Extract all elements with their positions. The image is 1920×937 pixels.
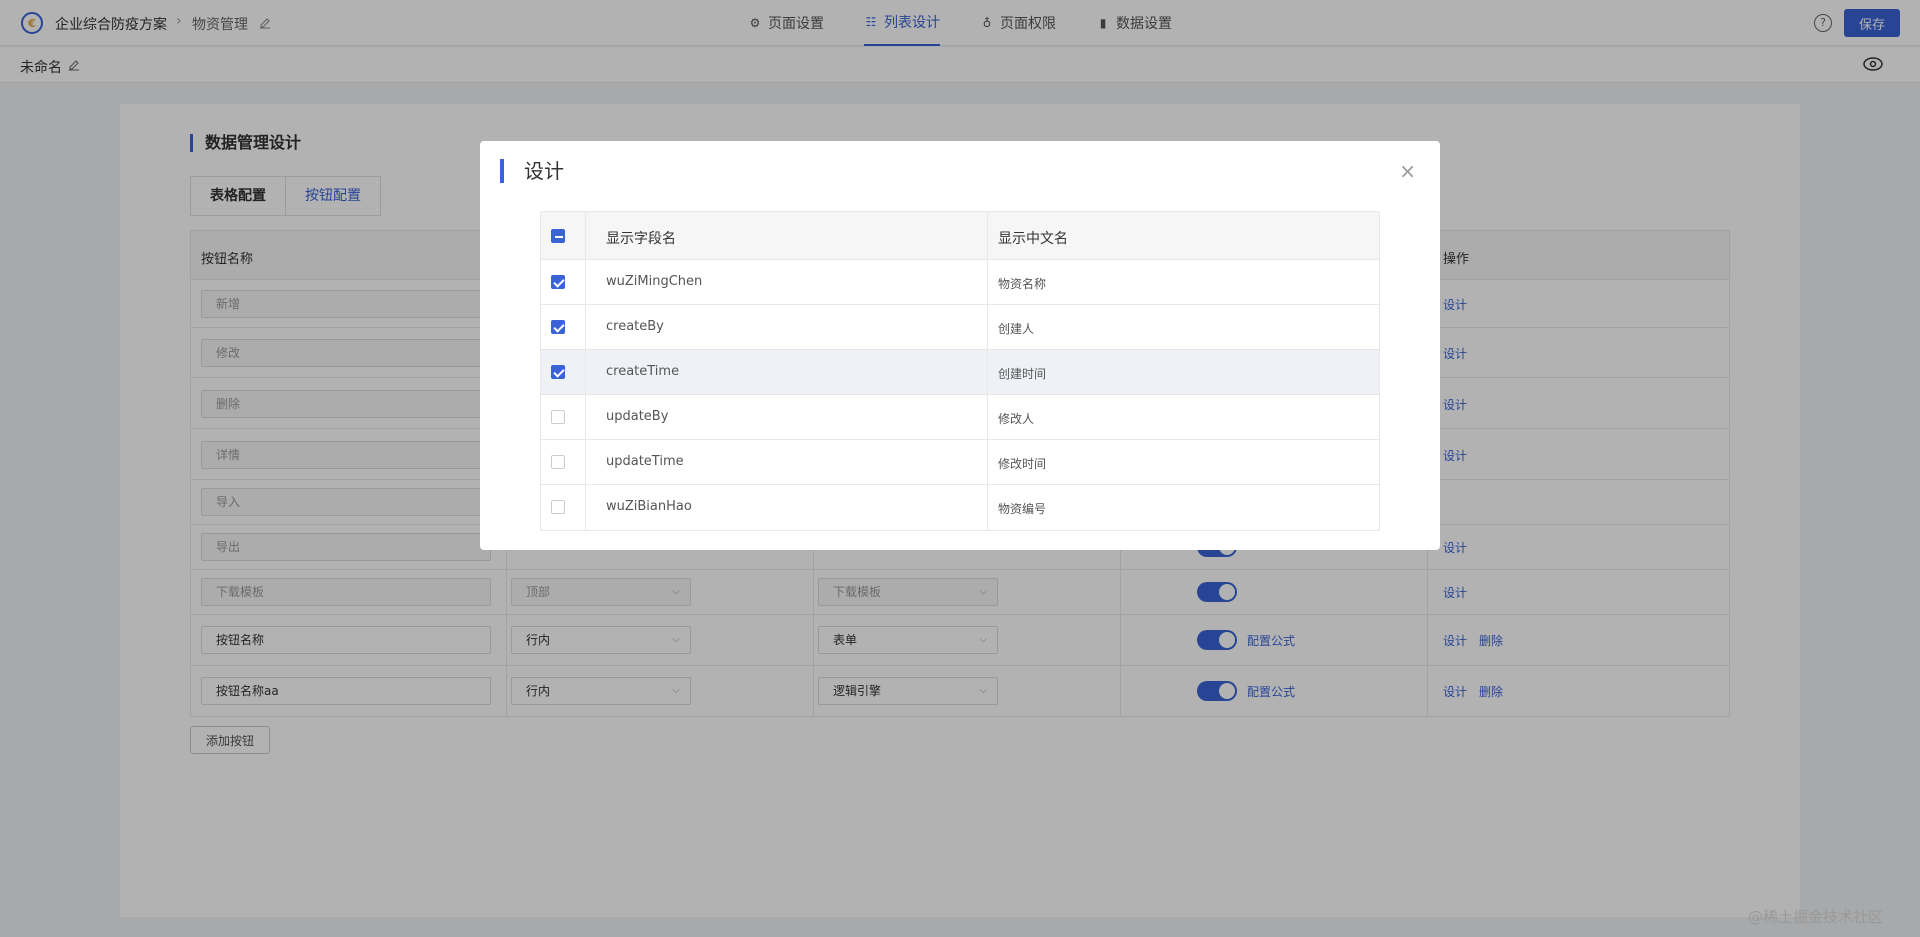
column-divider: [987, 260, 988, 304]
field-table: 显示字段名 显示中文名 wuZiMingChen 物资名称 createBy 创…: [540, 211, 1380, 531]
column-divider: [987, 305, 988, 349]
column-header-label: 显示中文名: [998, 231, 1068, 247]
column-divider: [585, 305, 586, 349]
field-row: updateTime 修改时间: [541, 440, 1379, 485]
modal-title: 设计: [500, 159, 564, 183]
field-name: updateBy: [606, 409, 669, 424]
column-divider: [987, 350, 988, 394]
field-row: wuZiBianHao 物资编号: [541, 485, 1379, 530]
column-divider: [585, 260, 586, 304]
watermark: @稀土掘金技术社区: [1748, 908, 1884, 926]
field-name: createTime: [606, 364, 680, 379]
field-table-header: 显示字段名 显示中文名: [541, 212, 1379, 260]
design-modal: 设计 × 显示字段名 显示中文名 wuZiMingChen 物资名称 creat…: [480, 141, 1440, 550]
column-divider: [987, 395, 988, 439]
column-divider: [585, 440, 586, 484]
column-divider: [585, 485, 586, 530]
row-checkbox[interactable]: [551, 410, 565, 424]
field-row: wuZiMingChen 物资名称: [541, 260, 1379, 305]
close-icon[interactable]: ×: [1399, 159, 1416, 183]
field-label: 物资编号: [998, 502, 1047, 516]
column-divider: [585, 350, 586, 394]
row-checkbox[interactable]: [551, 455, 565, 469]
column-divider: [987, 485, 988, 530]
column-header-field: 显示字段名: [606, 231, 676, 247]
row-checkbox[interactable]: [551, 275, 565, 289]
field-label: 创建时间: [998, 367, 1047, 381]
field-label: 创建人: [998, 322, 1035, 336]
row-checkbox[interactable]: [551, 320, 565, 334]
field-row: createBy 创建人: [541, 305, 1379, 350]
field-label: 物资名称: [998, 277, 1047, 291]
field-name: wuZiMingChen: [606, 274, 703, 289]
row-checkbox[interactable]: [551, 365, 565, 379]
column-divider: [585, 395, 586, 439]
row-checkbox[interactable]: [551, 500, 565, 514]
field-label: 修改人: [998, 412, 1035, 426]
column-divider: [987, 212, 988, 259]
column-divider: [585, 212, 586, 259]
column-divider: [987, 440, 988, 484]
field-name: updateTime: [606, 454, 684, 469]
field-name: createBy: [606, 319, 664, 334]
field-name: wuZiBianHao: [606, 499, 692, 514]
field-label: 修改时间: [998, 457, 1047, 471]
field-row: createTime 创建时间: [541, 350, 1379, 395]
field-row: updateBy 修改人: [541, 395, 1379, 440]
select-all-checkbox[interactable]: [551, 229, 565, 243]
